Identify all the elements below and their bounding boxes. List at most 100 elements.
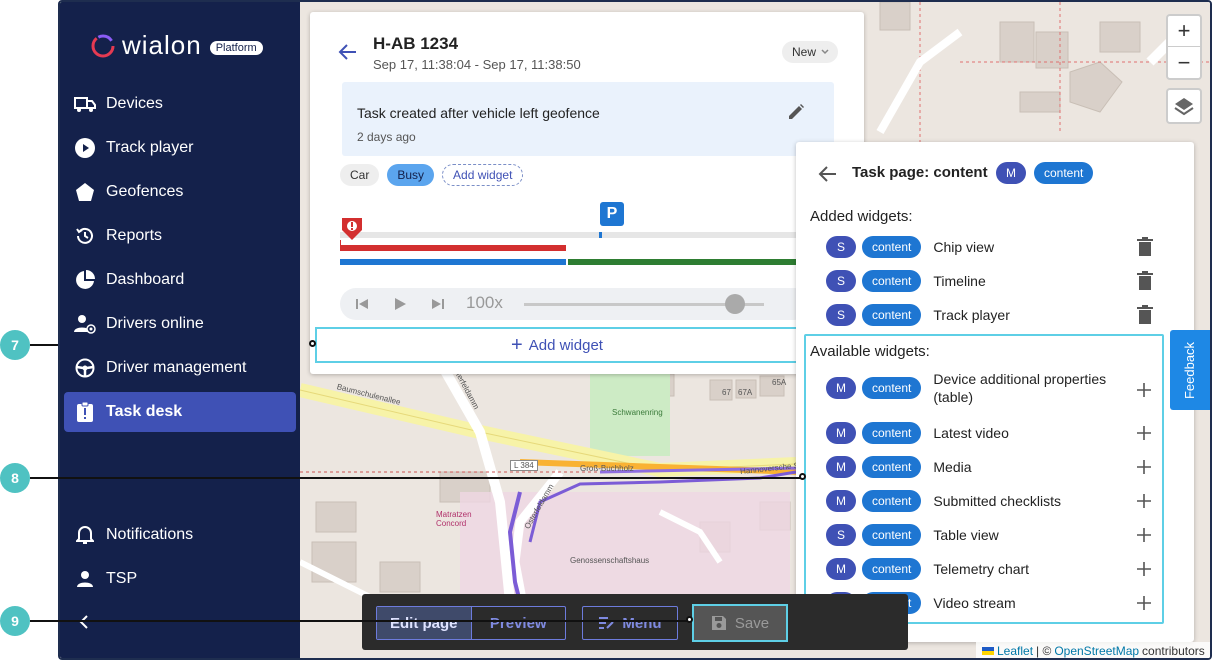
layers-button[interactable] <box>1166 88 1202 124</box>
nav-item-geofences[interactable]: Geofences <box>64 172 296 212</box>
callout-9: 9 <box>0 606 30 636</box>
status-dropdown[interactable]: New <box>782 41 839 63</box>
chip-car[interactable]: Car <box>340 164 380 186</box>
zoom-out-button[interactable]: − <box>1168 47 1200 78</box>
playback-speed[interactable]: 100x <box>466 293 503 313</box>
task-panel: H-AB 1234 Sep 17, 11:38:04 - Sep 17, 11:… <box>310 12 864 374</box>
widget-label: Video stream <box>933 595 1016 611</box>
nav-item-drivers-online[interactable]: Drivers online <box>64 304 296 344</box>
nav-item-reports[interactable]: Reports <box>64 216 296 256</box>
plus-icon[interactable] <box>1136 459 1152 475</box>
skip-previous-icon[interactable] <box>354 296 370 312</box>
play-circle-icon <box>74 137 96 159</box>
attribution-separator: | © <box>1036 644 1052 658</box>
panel-title-badges: M content <box>996 162 1094 184</box>
available-widget-row: M content Submitted checklists <box>826 490 1156 512</box>
widget-label: Media <box>933 459 972 475</box>
brand-name: wialon <box>122 30 202 60</box>
added-widget-row: S content Track player <box>826 304 1156 326</box>
plus-icon[interactable] <box>1136 561 1152 577</box>
added-widgets-heading: Added widgets: <box>810 208 913 225</box>
nav-item-label: TSP <box>106 570 138 587</box>
preview-tab[interactable]: Preview <box>472 607 566 639</box>
trash-icon[interactable] <box>1136 237 1154 257</box>
map-number-label: 65A <box>772 378 787 387</box>
brand-logo[interactable]: wialon Platform <box>90 30 263 61</box>
map-place-label: Matratzen Concord <box>436 510 472 528</box>
zoom-in-button[interactable]: + <box>1168 16 1200 47</box>
note-text: Task created after vehicle left geofence <box>357 105 600 121</box>
nav-item-driver-management[interactable]: Driver management <box>64 348 296 388</box>
plus-icon[interactable] <box>1136 493 1152 509</box>
callout-8: 8 <box>0 463 30 493</box>
plus-icon[interactable] <box>1136 527 1152 543</box>
tag-badge: content <box>862 422 922 444</box>
plus-icon[interactable] <box>1136 595 1152 611</box>
map-park-label: Schwanenring <box>612 408 663 417</box>
tag-badge: content <box>862 456 922 478</box>
wialon-logo-icon <box>91 34 115 57</box>
widget-label: Device additional properties (table) <box>933 371 1107 405</box>
map-place-label: Genossenschaftshaus <box>570 556 650 565</box>
edit-page-tab[interactable]: Edit page <box>377 607 472 639</box>
callout-9-dot <box>686 616 693 623</box>
pencil-icon[interactable] <box>786 102 806 122</box>
save-label: Save <box>734 614 770 632</box>
size-badge: M <box>826 490 856 512</box>
add-widget-button[interactable]: + Add widget <box>315 327 799 363</box>
chip-busy[interactable]: Busy <box>387 164 435 186</box>
pie-chart-icon <box>74 269 96 291</box>
nav-item-tsp[interactable]: TSP <box>64 559 296 599</box>
nav-item-dashboard[interactable]: Dashboard <box>64 260 296 300</box>
callout-7: 7 <box>0 330 30 360</box>
play-icon[interactable] <box>392 296 408 312</box>
osm-link[interactable]: OpenStreetMap <box>1054 644 1139 658</box>
trash-icon[interactable] <box>1136 271 1154 291</box>
nav-item-label: Devices <box>106 95 163 112</box>
map-road-label: L 384 <box>510 460 538 471</box>
tag-badge: content <box>862 524 922 546</box>
chevron-down-icon <box>821 49 829 55</box>
page-edit-toolbar: Edit page Preview Menu Save <box>362 594 908 650</box>
available-widgets-heading: Available widgets: <box>810 343 930 360</box>
trash-icon[interactable] <box>1136 305 1154 325</box>
zoom-control: + − <box>1166 14 1202 80</box>
warning-marker-icon <box>342 218 362 240</box>
timeline-graphics <box>340 232 834 265</box>
widget-label: Submitted checklists <box>933 493 1061 509</box>
nav-item-notifications[interactable]: Notifications <box>64 515 296 555</box>
collapse-sidebar-icon[interactable] <box>76 613 94 631</box>
nav-item-label: Geofences <box>106 183 184 200</box>
save-button[interactable]: Save <box>692 604 788 642</box>
add-widget-chip[interactable]: Add widget <box>442 164 524 186</box>
nav-item-label: Dashboard <box>106 271 185 288</box>
nav-item-devices[interactable]: Devices <box>64 84 296 124</box>
size-badge: M <box>826 422 856 444</box>
leaflet-link[interactable]: Leaflet <box>997 644 1033 658</box>
plus-icon[interactable] <box>1136 382 1152 398</box>
tag-badge: content <box>862 558 922 580</box>
nav-item-task-desk[interactable]: Task desk <box>64 392 296 432</box>
feedback-tab[interactable]: Feedback <box>1170 330 1210 410</box>
steering-wheel-icon <box>74 357 96 379</box>
size-badge: S <box>826 524 856 546</box>
driver-online-icon <box>74 313 96 335</box>
note-time: 2 days ago <box>357 130 416 144</box>
available-widget-row: M content Latest video <box>826 422 1156 444</box>
playback-slider-thumb[interactable] <box>725 294 746 314</box>
skip-next-icon[interactable] <box>430 296 446 312</box>
menu-button[interactable]: Menu <box>582 606 678 640</box>
save-icon <box>711 616 726 630</box>
widget-label: Table view <box>933 527 999 543</box>
tag-badge: content <box>1034 162 1094 184</box>
widget-label: Track player <box>933 307 1010 323</box>
plus-icon: + <box>511 334 523 356</box>
task-note: Task created after vehicle left geofence… <box>342 82 834 156</box>
nav-item-track-player[interactable]: Track player <box>64 128 296 168</box>
plus-icon[interactable] <box>1136 425 1152 441</box>
add-widget-label: Add widget <box>528 336 603 354</box>
sidebar: wialon Platform Devices Track player Geo… <box>60 2 300 658</box>
back-arrow-icon[interactable] <box>818 164 838 184</box>
back-arrow-icon[interactable] <box>338 42 358 62</box>
size-badge: M <box>826 456 856 478</box>
